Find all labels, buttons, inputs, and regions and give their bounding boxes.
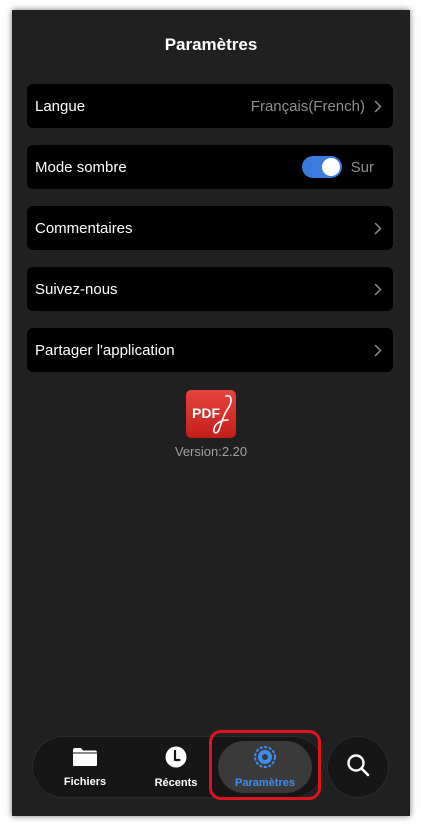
follow-us-row[interactable]: Suivez-nous — [27, 267, 393, 311]
language-value: Français(French) — [250, 97, 365, 115]
pdf-logo-icon: PDF — [186, 390, 236, 438]
chevron-right-icon — [371, 282, 385, 296]
dark-mode-row: Mode sombre Sur — [27, 145, 393, 189]
language-row[interactable]: Langue Français(French) — [27, 84, 393, 128]
chevron-right-icon — [371, 221, 385, 235]
tab-recent-label: Récents — [154, 776, 198, 789]
chevron-right-icon — [371, 343, 385, 357]
language-label: Langue — [35, 97, 86, 115]
follow-us-label: Suivez-nous — [35, 280, 118, 298]
dark-mode-toggle[interactable] — [301, 156, 342, 178]
tab-files-label: Fichiers — [63, 775, 107, 788]
share-app-label: Partager l'application — [35, 341, 175, 359]
logo-text: PDF — [192, 405, 220, 421]
feedback-label: Commentaires — [35, 219, 133, 237]
share-app-row[interactable]: Partager l'application — [27, 328, 393, 372]
dark-mode-label: Mode sombre — [35, 158, 127, 176]
phone-screen: Paramètres Langue Français(French) Mode … — [12, 10, 410, 816]
tab-files[interactable]: Fichiers — [40, 736, 130, 798]
settings-tab-highlight — [209, 730, 321, 800]
chevron-right-icon — [371, 99, 385, 113]
dark-mode-state: Sur — [350, 158, 374, 176]
search-icon — [345, 752, 371, 783]
search-button[interactable] — [327, 736, 389, 798]
folder-icon — [72, 747, 98, 772]
toggle-knob — [321, 158, 340, 176]
tab-recent[interactable]: Récents — [131, 736, 221, 798]
page-title: Paramètres — [164, 35, 258, 54]
feedback-row[interactable]: Commentaires — [27, 206, 393, 250]
clock-icon — [165, 746, 187, 773]
app-version: Version:2.20 — [174, 444, 248, 459]
